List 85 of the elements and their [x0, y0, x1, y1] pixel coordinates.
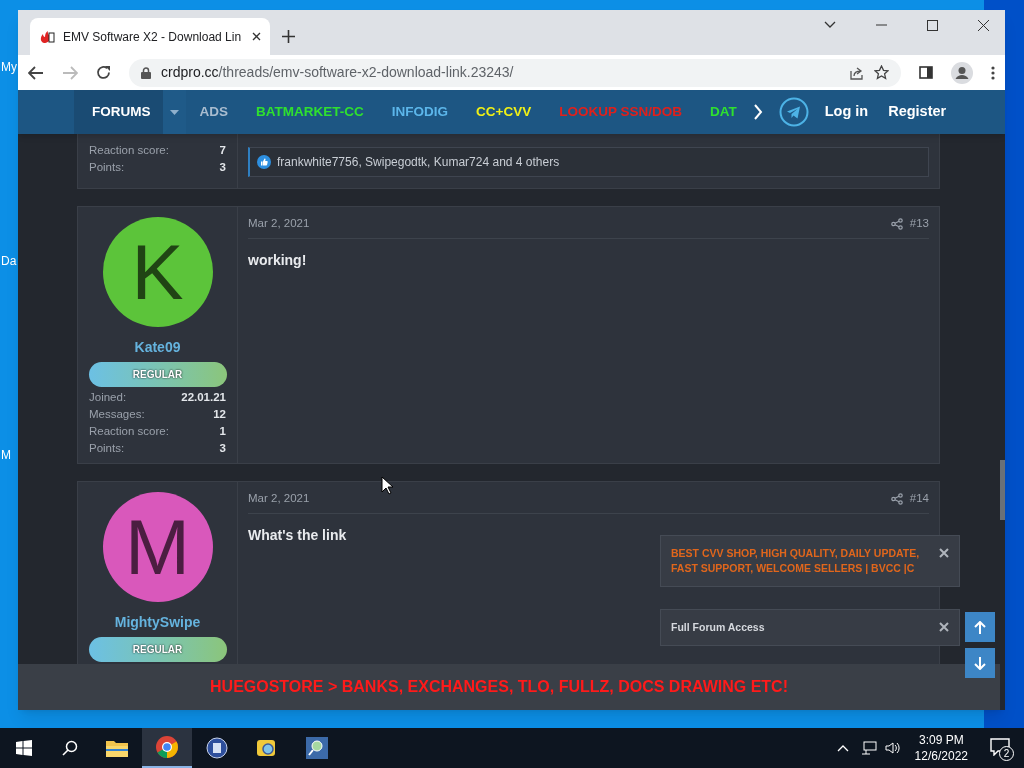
close-icon[interactable] — [252, 32, 261, 41]
close-icon[interactable] — [978, 19, 989, 31]
user-rank-badge: REGULAR — [88, 637, 227, 662]
banner-text[interactable]: HUEGOSTORE > BANKS, EXCHANGES, TLO, FULLZ, DOCS DRAWING ETC! — [210, 675, 788, 699]
user-avatar: K — [102, 217, 213, 327]
reactions-text: frankwhite7756, Swipegodtk, Kumar724 and 4 others — [277, 154, 560, 171]
desktop-icon-label[interactable]: My — [1, 58, 17, 76]
address-bar[interactable]: crdpro.cc/threads/emv-software-x2-download-link.23243/ — [129, 58, 901, 87]
post-message: working! — [248, 251, 307, 270]
chevron-up-icon[interactable] — [836, 744, 849, 752]
nav-tab[interactable]: ADS — [185, 90, 242, 134]
paper-plane-icon[interactable] — [778, 97, 809, 127]
notification-count: 2 — [999, 746, 1014, 761]
star-icon[interactable] — [874, 65, 889, 80]
volume-icon[interactable] — [884, 741, 901, 755]
notice-text: Full Forum Access — [671, 620, 766, 635]
taskbar-app-active[interactable] — [142, 728, 192, 768]
maximize-icon[interactable] — [927, 19, 938, 31]
stat-label: Reaction score: — [89, 423, 169, 439]
login-link[interactable]: Log in — [824, 101, 869, 123]
desktop-icon-label[interactable]: M — [1, 446, 17, 464]
clock-date[interactable]: 12/6/2022 — [914, 748, 968, 764]
stat-value: 12 — [213, 406, 226, 422]
search-icon[interactable] — [62, 740, 78, 756]
windows-start-icon[interactable] — [16, 740, 32, 756]
menu-icon[interactable] — [991, 65, 995, 80]
post-message: What's the link — [248, 526, 347, 545]
username-link[interactable]: Kate09 — [134, 337, 181, 358]
scrollbar-thumb[interactable] — [1000, 460, 1005, 520]
thumbs-up-icon — [257, 155, 271, 169]
flame-icon — [39, 29, 55, 44]
notice-text: BEST CVV SHOP, HIGH QUALITY, DAILY UPDATE, FAST SUPPORT, WELCOME SELLERS | BVCC |C — [671, 546, 921, 576]
user-rank-badge: REGULAR — [88, 362, 227, 387]
tab-title: EMV Software X2 - Download Lin — [63, 28, 243, 46]
stat-value: 3 — [219, 440, 226, 456]
app-search-icon[interactable] — [306, 737, 328, 759]
back-icon[interactable] — [28, 65, 44, 80]
mouse-cursor-icon — [381, 476, 393, 495]
share-icon[interactable] — [890, 492, 903, 505]
post-date[interactable]: Mar 2, 2021 — [248, 489, 310, 508]
folder-icon[interactable] — [106, 739, 128, 757]
stat-label: Reaction score: — [89, 142, 169, 158]
app-magnifier-icon[interactable] — [256, 737, 278, 759]
stat-value: 22.01.21 — [181, 389, 226, 405]
browser-tab[interactable]: EMV Software X2 - Download Lin — [30, 18, 270, 55]
share-icon[interactable] — [849, 65, 864, 80]
close-icon[interactable] — [939, 548, 949, 558]
nav-tab[interactable]: CC+CVV — [462, 90, 546, 134]
scroll-down-button[interactable] — [965, 648, 995, 678]
browser-logo-icon — [156, 736, 178, 758]
caret-icon[interactable] — [169, 109, 179, 115]
user-avatar: M — [102, 492, 213, 602]
stat-label: Points: — [89, 159, 125, 175]
post-date[interactable]: Mar 2, 2021 — [248, 214, 310, 233]
new-tab-icon[interactable] — [282, 30, 295, 43]
profile-icon[interactable] — [951, 61, 973, 84]
nav-tab[interactable]: FORUMS — [74, 90, 186, 134]
nav-tab[interactable]: DAT — [695, 90, 751, 134]
register-link[interactable]: Register — [888, 101, 947, 123]
stat-label: Joined: — [89, 389, 127, 405]
arrow-up-icon — [974, 620, 986, 634]
notification-icon[interactable] — [990, 738, 1010, 756]
clock-time[interactable]: 3:09 PM — [918, 732, 964, 748]
reload-icon[interactable] — [96, 65, 111, 80]
post-number-link[interactable]: #13 — [909, 214, 929, 233]
stat-label: Points: — [89, 440, 125, 456]
desktop-icon-label[interactable]: Da — [1, 252, 17, 270]
network-icon[interactable] — [860, 741, 877, 755]
username-link[interactable]: MightySwipe — [114, 612, 201, 633]
close-icon[interactable] — [939, 622, 949, 632]
share-icon[interactable] — [890, 217, 903, 230]
chevron-right-icon[interactable] — [752, 104, 763, 120]
arrow-down-icon — [974, 656, 986, 670]
url-text: crdpro.cc/threads/emv-software-x2-download-link.23243/ — [161, 63, 514, 82]
side-panel-icon[interactable] — [919, 66, 933, 79]
stat-value: 7 — [219, 142, 226, 158]
stat-value: 1 — [219, 423, 226, 439]
scroll-up-button[interactable] — [965, 612, 995, 642]
nav-tab[interactable]: BATMARKET-CC — [242, 90, 378, 134]
chevron-down-icon[interactable] — [824, 21, 836, 29]
lock-icon — [141, 66, 151, 79]
stat-label: Messages: — [89, 406, 145, 422]
nav-tab[interactable]: INFODIG — [377, 90, 462, 134]
post-number-link[interactable]: #14 — [909, 489, 929, 508]
stat-value: 3 — [219, 159, 226, 175]
